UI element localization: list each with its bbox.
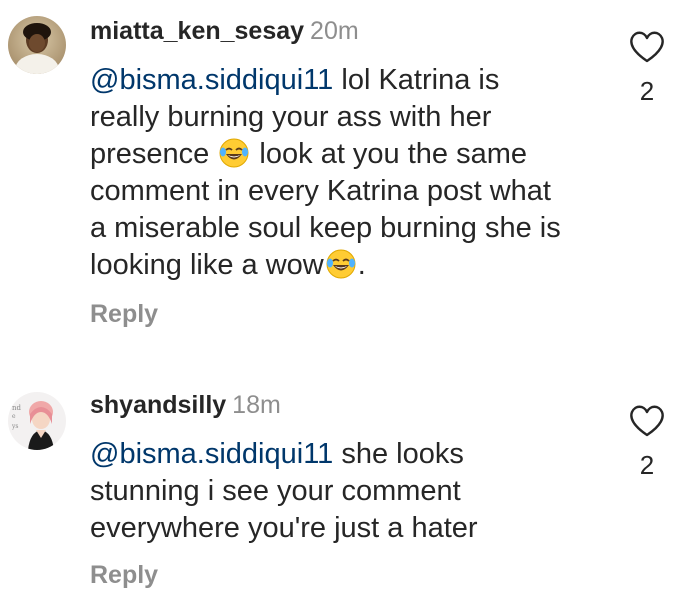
- svg-text:ys: ys: [11, 423, 18, 430]
- comment-text-segment: stunning i see your comment: [90, 475, 461, 507]
- avatar[interactable]: nd e ys: [8, 392, 66, 450]
- reply-button[interactable]: Reply: [90, 560, 158, 590]
- timestamp: 18m: [232, 391, 281, 419]
- username-link[interactable]: shyandsilly: [90, 391, 226, 419]
- comment-text-segment: she looks: [333, 438, 464, 470]
- svg-text:e: e: [12, 413, 16, 420]
- like-button[interactable]: [627, 404, 667, 438]
- comment-text-segment: everywhere you're just a hater: [90, 512, 478, 544]
- comment-text: @bisma.siddiqui11 she looks stunning i s…: [90, 436, 650, 547]
- heart-outline-icon: [630, 405, 664, 437]
- like-count: 2: [639, 450, 655, 480]
- svg-text:nd: nd: [12, 404, 22, 412]
- comment-header: shyandsilly 18m: [90, 390, 281, 420]
- mention-link[interactable]: @bisma.siddiqui11: [90, 438, 333, 470]
- comment-item: nd e ys shyandsilly 18m @bisma.siddiqui11…: [0, 0, 700, 589]
